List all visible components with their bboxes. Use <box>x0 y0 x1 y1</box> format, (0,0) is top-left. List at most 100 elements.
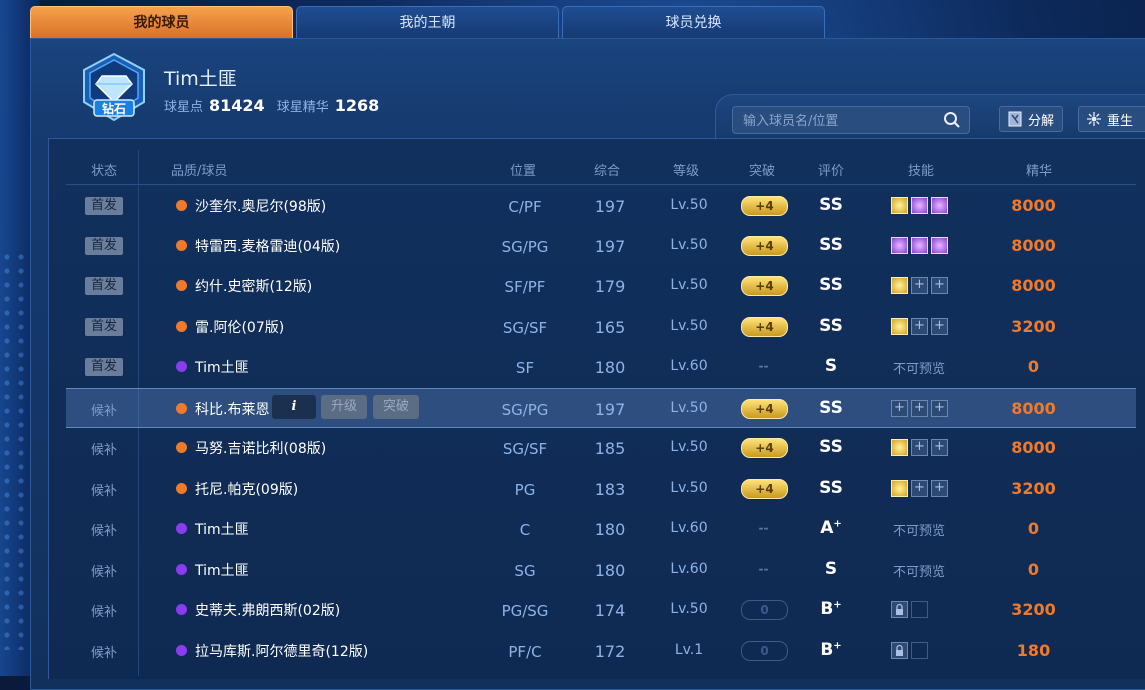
player-level: Lv.1 <box>674 642 704 658</box>
breakthrough-badge: -- <box>758 521 769 535</box>
breakthrough-badge: +4 <box>741 479 788 499</box>
column-header-status[interactable]: 状态 <box>91 160 117 179</box>
player-row[interactable]: 首发 约什.史密斯(12版) SF/PF 179 Lv.50 +4 SS + +8000 <box>66 266 1136 306</box>
search-icon[interactable] <box>943 111 961 129</box>
empty-skill-slot-plus-icon[interactable]: + <box>931 439 948 456</box>
empty-skill-slot-plus-icon[interactable]: + <box>891 400 908 417</box>
gold-skill-icon[interactable] <box>891 439 908 456</box>
player-position: SF <box>515 359 535 377</box>
rating-grade: SS <box>819 437 843 457</box>
player-name[interactable]: Tim土匪 <box>195 357 249 377</box>
empty-skill-slot-plus-icon[interactable]: + <box>931 277 948 294</box>
player-name[interactable]: 雷.阿伦(07版) <box>195 317 284 337</box>
player-row[interactable]: 首发 Tim土匪 SF 180 Lv.60 -- S 不可预览 0 <box>66 347 1136 387</box>
player-info-button[interactable]: i <box>272 395 316 419</box>
search-input[interactable] <box>741 110 935 132</box>
player-name[interactable]: 史蒂夫.弗朗西斯(02版) <box>195 600 340 620</box>
empty-skill-slot-plus-icon[interactable]: + <box>911 480 928 497</box>
player-level: Lv.50 <box>670 439 708 455</box>
gold-skill-icon[interactable] <box>891 277 908 294</box>
breakthrough-button[interactable]: 突破 <box>373 395 419 419</box>
locked-skill-slot-lock-icon <box>891 642 908 659</box>
player-row[interactable]: 候补 史蒂夫.弗朗西斯(02版) PG/SG 174 Lv.50 0 B+ 3200 <box>66 590 1136 630</box>
rating-grade: S <box>824 559 838 579</box>
empty-skill-slot-plus-icon[interactable]: + <box>931 400 948 417</box>
empty-skill-slot-plus-icon[interactable]: + <box>931 480 948 497</box>
player-name[interactable]: Tim土匪 <box>195 519 249 539</box>
player-row[interactable]: 候补 Tim土匪 SG 180 Lv.60 -- S 不可预览 0 <box>66 550 1136 590</box>
empty-skill-slot-plus-icon[interactable]: + <box>931 318 948 335</box>
player-name[interactable]: 拉马库斯.阿尔德里奇(12版) <box>195 641 368 661</box>
skill-slots <box>891 237 948 254</box>
player-name[interactable]: 特雷西.麦格雷迪(04版) <box>195 236 340 256</box>
tier-badge-text: 钻石 <box>102 101 126 116</box>
purple-skill-icon[interactable] <box>911 197 928 214</box>
search-box[interactable] <box>732 106 970 134</box>
column-header-overall[interactable]: 综合 <box>594 160 620 179</box>
player-rating: SS <box>811 275 851 295</box>
quality-dot-icon <box>176 523 187 534</box>
empty-skill-slot-plus-icon[interactable]: + <box>911 400 928 417</box>
player-essence: 3200 <box>1011 600 1056 619</box>
player-row[interactable]: 候补 Tim土匪 C 180 Lv.60 -- A+ 不可预览 0 <box>66 509 1136 549</box>
player-rating: B+ <box>811 599 851 619</box>
player-name[interactable]: 托尼.帕克(09版) <box>195 479 298 499</box>
player-row[interactable]: 候补 马努.吉诺比利(08版) SG/SF 185 Lv.50 +4 SS + +8000 <box>66 428 1136 468</box>
rebirth-button[interactable]: 重生 <box>1078 106 1145 132</box>
player-rating: SS <box>811 235 851 255</box>
column-header-level[interactable]: 等级 <box>673 160 699 179</box>
player-row[interactable]: 首发 雷.阿伦(07版) SG/SF 165 Lv.50 +4 SS + +3200 <box>66 307 1136 347</box>
empty-skill-slot-plus-icon[interactable]: + <box>911 318 928 335</box>
upgrade-button[interactable]: 升级 <box>321 395 367 419</box>
rating-grade: A <box>820 518 834 538</box>
decompose-icon <box>1008 111 1022 127</box>
column-header-breakthrough[interactable]: 突破 <box>749 160 775 179</box>
player-rating: SS <box>811 316 851 336</box>
player-name[interactable]: 约什.史密斯(12版) <box>195 276 312 296</box>
player-position: PG <box>514 481 536 499</box>
player-row[interactable]: 首发 沙奎尔.奥尼尔(98版) C/PF 197 Lv.50 +4 SS 8000 <box>66 186 1136 226</box>
tab-my-players[interactable]: 我的球员 <box>30 6 293 38</box>
player-row[interactable]: 首发 特雷西.麦格雷迪(04版) SG/PG 197 Lv.50 +4 SS 8000 <box>66 226 1136 266</box>
player-position: SG/PG <box>501 238 549 256</box>
player-position: SF/PF <box>504 278 546 296</box>
gold-skill-icon[interactable] <box>891 197 908 214</box>
player-overall: 180 <box>594 358 626 377</box>
column-header-essence[interactable]: 精华 <box>1026 160 1052 179</box>
gold-skill-icon[interactable] <box>891 480 908 497</box>
player-level: Lv.50 <box>670 277 708 293</box>
gold-skill-icon[interactable] <box>891 318 908 335</box>
empty-skill-slot-plus-icon[interactable]: + <box>911 277 928 294</box>
purple-skill-icon[interactable] <box>931 237 948 254</box>
quality-dot-icon <box>176 200 187 211</box>
player-row[interactable]: 候补 拉马库斯.阿尔德里奇(12版) PF/C 172 Lv.1 0 B+ 180 <box>66 631 1136 671</box>
player-name[interactable]: 沙奎尔.奥尼尔(98版) <box>195 196 326 216</box>
purple-skill-icon[interactable] <box>891 237 908 254</box>
status-starter-badge: 首发 <box>85 277 123 295</box>
status-starter-badge: 首发 <box>85 197 123 215</box>
breakthrough-badge: +4 <box>741 438 788 458</box>
purple-skill-icon[interactable] <box>931 197 948 214</box>
decompose-button[interactable]: 分解 <box>999 106 1064 132</box>
locked-skill-slot-lock-icon <box>891 601 908 618</box>
player-row[interactable]: 候补 科比.布莱恩 SG/PG 197 Lv.50 +4 SS + + +8000 <box>66 388 1136 428</box>
column-header-skills[interactable]: 技能 <box>908 160 934 179</box>
rebirth-label: 重生 <box>1107 113 1134 129</box>
player-name[interactable]: 马努.吉诺比利(08版) <box>195 438 326 458</box>
rating-grade: SS <box>819 235 843 255</box>
quality-dot-icon <box>176 321 187 332</box>
column-header-position[interactable]: 位置 <box>510 160 536 179</box>
player-name[interactable]: Tim土匪 <box>195 560 249 580</box>
purple-skill-icon[interactable] <box>911 237 928 254</box>
tab-player-exchange[interactable]: 球员兑换 <box>562 6 825 38</box>
player-name[interactable]: 科比.布莱恩 <box>195 399 269 419</box>
column-header-player[interactable]: 品质/球员 <box>171 160 227 179</box>
rating-grade: SS <box>819 195 843 215</box>
player-row[interactable]: 候补 托尼.帕克(09版) PG 183 Lv.50 +4 SS + +3200 <box>66 469 1136 509</box>
column-header-rating[interactable]: 评价 <box>818 160 844 179</box>
empty-skill-slot-plus-icon[interactable]: + <box>911 439 928 456</box>
player-essence: 0 <box>1027 519 1040 538</box>
tab-my-dynasty[interactable]: 我的王朝 <box>296 6 559 38</box>
blank-skill-slot <box>911 601 928 618</box>
player-overall: 180 <box>594 520 626 539</box>
